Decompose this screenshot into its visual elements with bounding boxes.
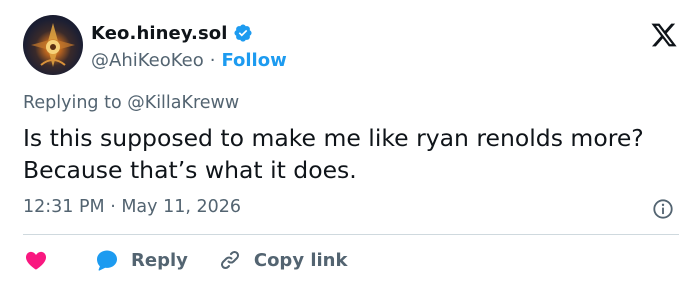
x-logo-icon[interactable]: [650, 21, 678, 49]
follow-button[interactable]: Follow: [221, 50, 286, 71]
copy-link-label: Copy link: [253, 249, 348, 271]
chat-bubble-icon: [97, 250, 117, 271]
author-handle[interactable]: @AhiKeoKeo: [91, 50, 204, 71]
tweet-card: Keo.hiney.sol @AhiKeoKeo · Follow Replyi…: [0, 0, 700, 287]
replying-to[interactable]: Replying to @KillaKreww: [23, 93, 239, 113]
copy-link-button[interactable]: Copy link: [218, 248, 348, 272]
author-name-row: Keo.hiney.sol: [91, 21, 253, 45]
reply-button[interactable]: Reply: [95, 248, 188, 272]
action-bar: Reply Copy link: [23, 247, 347, 273]
tweet-timestamp[interactable]: 12:31 PM · May 11, 2026: [23, 197, 241, 217]
link-icon: [220, 250, 239, 270]
heart-icon: [25, 251, 47, 270]
avatar[interactable]: [23, 15, 83, 75]
author-display-name[interactable]: Keo.hiney.sol: [91, 23, 228, 44]
divider: [23, 234, 679, 235]
like-button[interactable]: [23, 248, 49, 272]
verified-badge-icon: [233, 24, 252, 42]
tweet-text: Is this supposed to make me like ryan re…: [23, 124, 644, 184]
info-icon[interactable]: [652, 198, 674, 220]
separator-dot: ·: [209, 49, 216, 71]
reply-label: Reply: [131, 249, 188, 271]
author-handle-row: @AhiKeoKeo · Follow: [91, 48, 287, 72]
